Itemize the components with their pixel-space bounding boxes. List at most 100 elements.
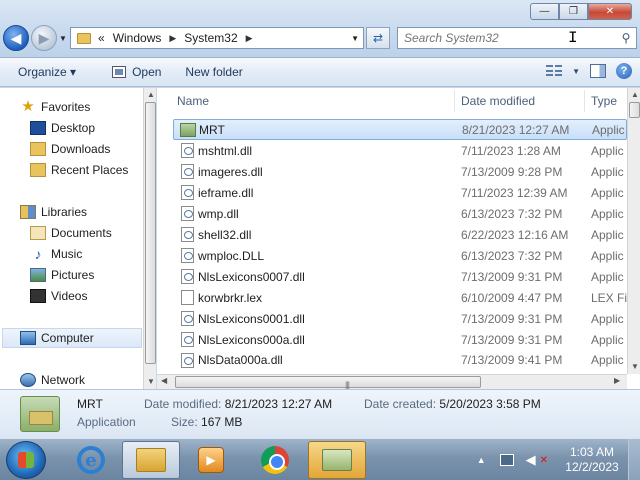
file-date: 6/22/2023 12:16 AM [461,227,569,242]
column-type[interactable]: Type [591,94,617,108]
nav-favorites[interactable]: ★ Favorites [20,97,162,117]
folder-icon [77,32,91,44]
file-row[interactable]: NlsLexicons000a.dll 7/13/2009 9:31 PM Ap… [173,329,627,350]
detail-file-type: Application [77,415,136,429]
maximize-button[interactable]: ❐ [559,3,588,20]
refresh-icon: ⇄ [372,31,384,45]
column-headers: Name Date modified Type [157,88,627,114]
show-desktop-button[interactable] [628,439,640,480]
scroll-down-icon[interactable]: ▼ [631,362,639,371]
nav-scrollbar[interactable]: ▲ ▼ [143,88,156,389]
file-row[interactable]: mshtml.dll 7/11/2023 1:28 AM Applic [173,140,627,161]
volume-icon[interactable]: ◀ [526,452,536,468]
scroll-up-icon[interactable]: ▲ [147,90,155,99]
downloads-folder-icon [30,142,46,156]
breadcrumb: « Windows ▶ System32 ▶ [98,31,253,45]
text-cursor-icon: I [568,29,578,47]
dll-file-icon [181,206,194,221]
nav-network[interactable]: Network [20,370,162,390]
column-divider[interactable] [454,90,455,112]
column-date-modified[interactable]: Date modified [461,94,535,108]
chevron-right-icon[interactable]: ▶ [169,33,176,44]
taskbar-installer[interactable] [308,441,366,479]
file-row[interactable]: NlsData000a.dll 7/13/2009 9:41 PM Applic [173,350,627,370]
search-box[interactable]: ⚲ [397,27,637,49]
clock[interactable]: 1:03 AM 12/2/2023 [562,445,622,475]
new-folder-button[interactable]: New folder [185,65,242,79]
file-list-vertical-scrollbar[interactable]: ▲ ▼ [627,88,640,374]
media-player-icon: ▶ [198,447,224,473]
nav-label: Computer [41,331,94,345]
back-button[interactable]: ◀ [3,25,29,51]
detail-value: 8/21/2023 12:27 AM [224,397,333,411]
file-row[interactable]: wmploc.DLL 6/13/2023 7:32 PM Applic [173,245,627,266]
breadcrumb-system32[interactable]: System32 [184,31,237,45]
scroll-down-icon[interactable]: ▼ [147,377,155,386]
column-divider[interactable] [584,90,585,112]
open-label: Open [132,65,162,79]
nav-computer[interactable]: Computer [2,328,142,348]
detail-value: 5/20/2023 3:58 PM [439,397,541,411]
network-status-icon[interactable] [499,454,514,466]
file-date: 7/13/2009 9:31 PM [461,269,563,284]
open-button[interactable]: Open [112,65,161,79]
file-row-mrt[interactable]: MRT 8/21/2023 12:27 AM Applic [173,119,627,140]
taskbar-media-player[interactable]: ▶ [182,441,240,479]
file-row[interactable]: wmp.dll 6/13/2023 7:32 PM Applic [173,203,627,224]
scroll-right-icon[interactable]: ▶ [614,376,620,385]
show-hidden-icons-icon[interactable]: ▲ [477,455,486,465]
arrow-left-icon: ◀ [10,29,22,46]
taskbar-windows-explorer[interactable] [122,441,180,479]
scroll-up-icon[interactable]: ▲ [631,90,639,99]
scroll-left-icon[interactable]: ◀ [161,376,167,385]
forward-button[interactable]: ▶ [31,25,57,51]
address-dropdown-icon[interactable]: ▼ [351,34,359,43]
windows-explorer-icon [136,448,166,472]
chevron-right-icon[interactable]: ▶ [246,33,253,44]
preview-pane-icon[interactable] [590,64,606,78]
arrow-right-icon: ▶ [38,29,50,46]
chrome-icon [261,446,289,474]
file-list-scroll-thumb[interactable] [629,102,640,118]
file-type: Applic [592,122,625,137]
taskbar-internet-explorer[interactable]: e [62,441,120,479]
file-row[interactable]: NlsLexicons0001.dll 7/13/2009 9:31 PM Ap… [173,308,627,329]
help-icon[interactable]: ? [616,63,632,79]
search-input[interactable] [404,31,616,45]
search-icon[interactable]: ⚲ [616,31,636,45]
file-row[interactable]: ieframe.dll 7/11/2023 12:39 AM Applic [173,182,627,203]
taskbar-chrome[interactable] [246,441,304,479]
breadcrumb-windows[interactable]: Windows [113,31,162,45]
close-button[interactable]: ✕ [588,3,632,20]
nav-libraries[interactable]: Libraries [20,202,162,222]
file-list: Name Date modified Type MRT 8/21/2023 12… [157,88,640,390]
minimize-button[interactable]: — [530,3,559,20]
file-row[interactable]: NlsLexicons0007.dll 7/13/2009 9:31 PM Ap… [173,266,627,287]
horizontal-scroll-thumb[interactable]: ||| [175,376,481,390]
file-name: wmp.dll [198,206,239,221]
view-dropdown-icon[interactable]: ▼ [572,67,580,76]
file-row[interactable]: imageres.dll 7/13/2009 9:28 PM Applic [173,161,627,182]
mute-icon: ✕ [539,454,548,466]
file-row[interactable]: korwbrkr.lex 6/10/2009 4:47 PM LEX Fi [173,287,627,308]
refresh-button[interactable]: ⇄ [366,27,390,49]
breadcrumb-overflow[interactable]: « [98,31,105,45]
recent-pages-dropdown[interactable]: ▼ [59,34,67,43]
desktop-icon [30,121,46,135]
file-date: 6/10/2009 4:47 PM [461,290,563,305]
dll-file-icon [181,185,194,200]
file-type: Applic [591,143,624,158]
file-list-horizontal-scrollbar[interactable]: ◀ ||| ▶ [157,374,627,390]
change-view-icon[interactable] [546,65,563,77]
start-button[interactable] [6,441,46,479]
column-name[interactable]: Name [177,94,209,108]
detail-date-created: Date created: 5/20/2023 3:58 PM [364,397,541,411]
organize-button[interactable]: Organize ▾ [18,65,76,79]
recent-places-icon [30,163,46,177]
dll-file-icon [181,269,194,284]
file-row[interactable]: shell32.dll 6/22/2023 12:16 AM Applic [173,224,627,245]
nav-scroll-thumb[interactable] [145,102,156,364]
address-bar[interactable]: « Windows ▶ System32 ▶ ▼ [70,27,364,49]
detail-label: Date modified: [144,397,222,411]
installer-icon [322,449,352,471]
